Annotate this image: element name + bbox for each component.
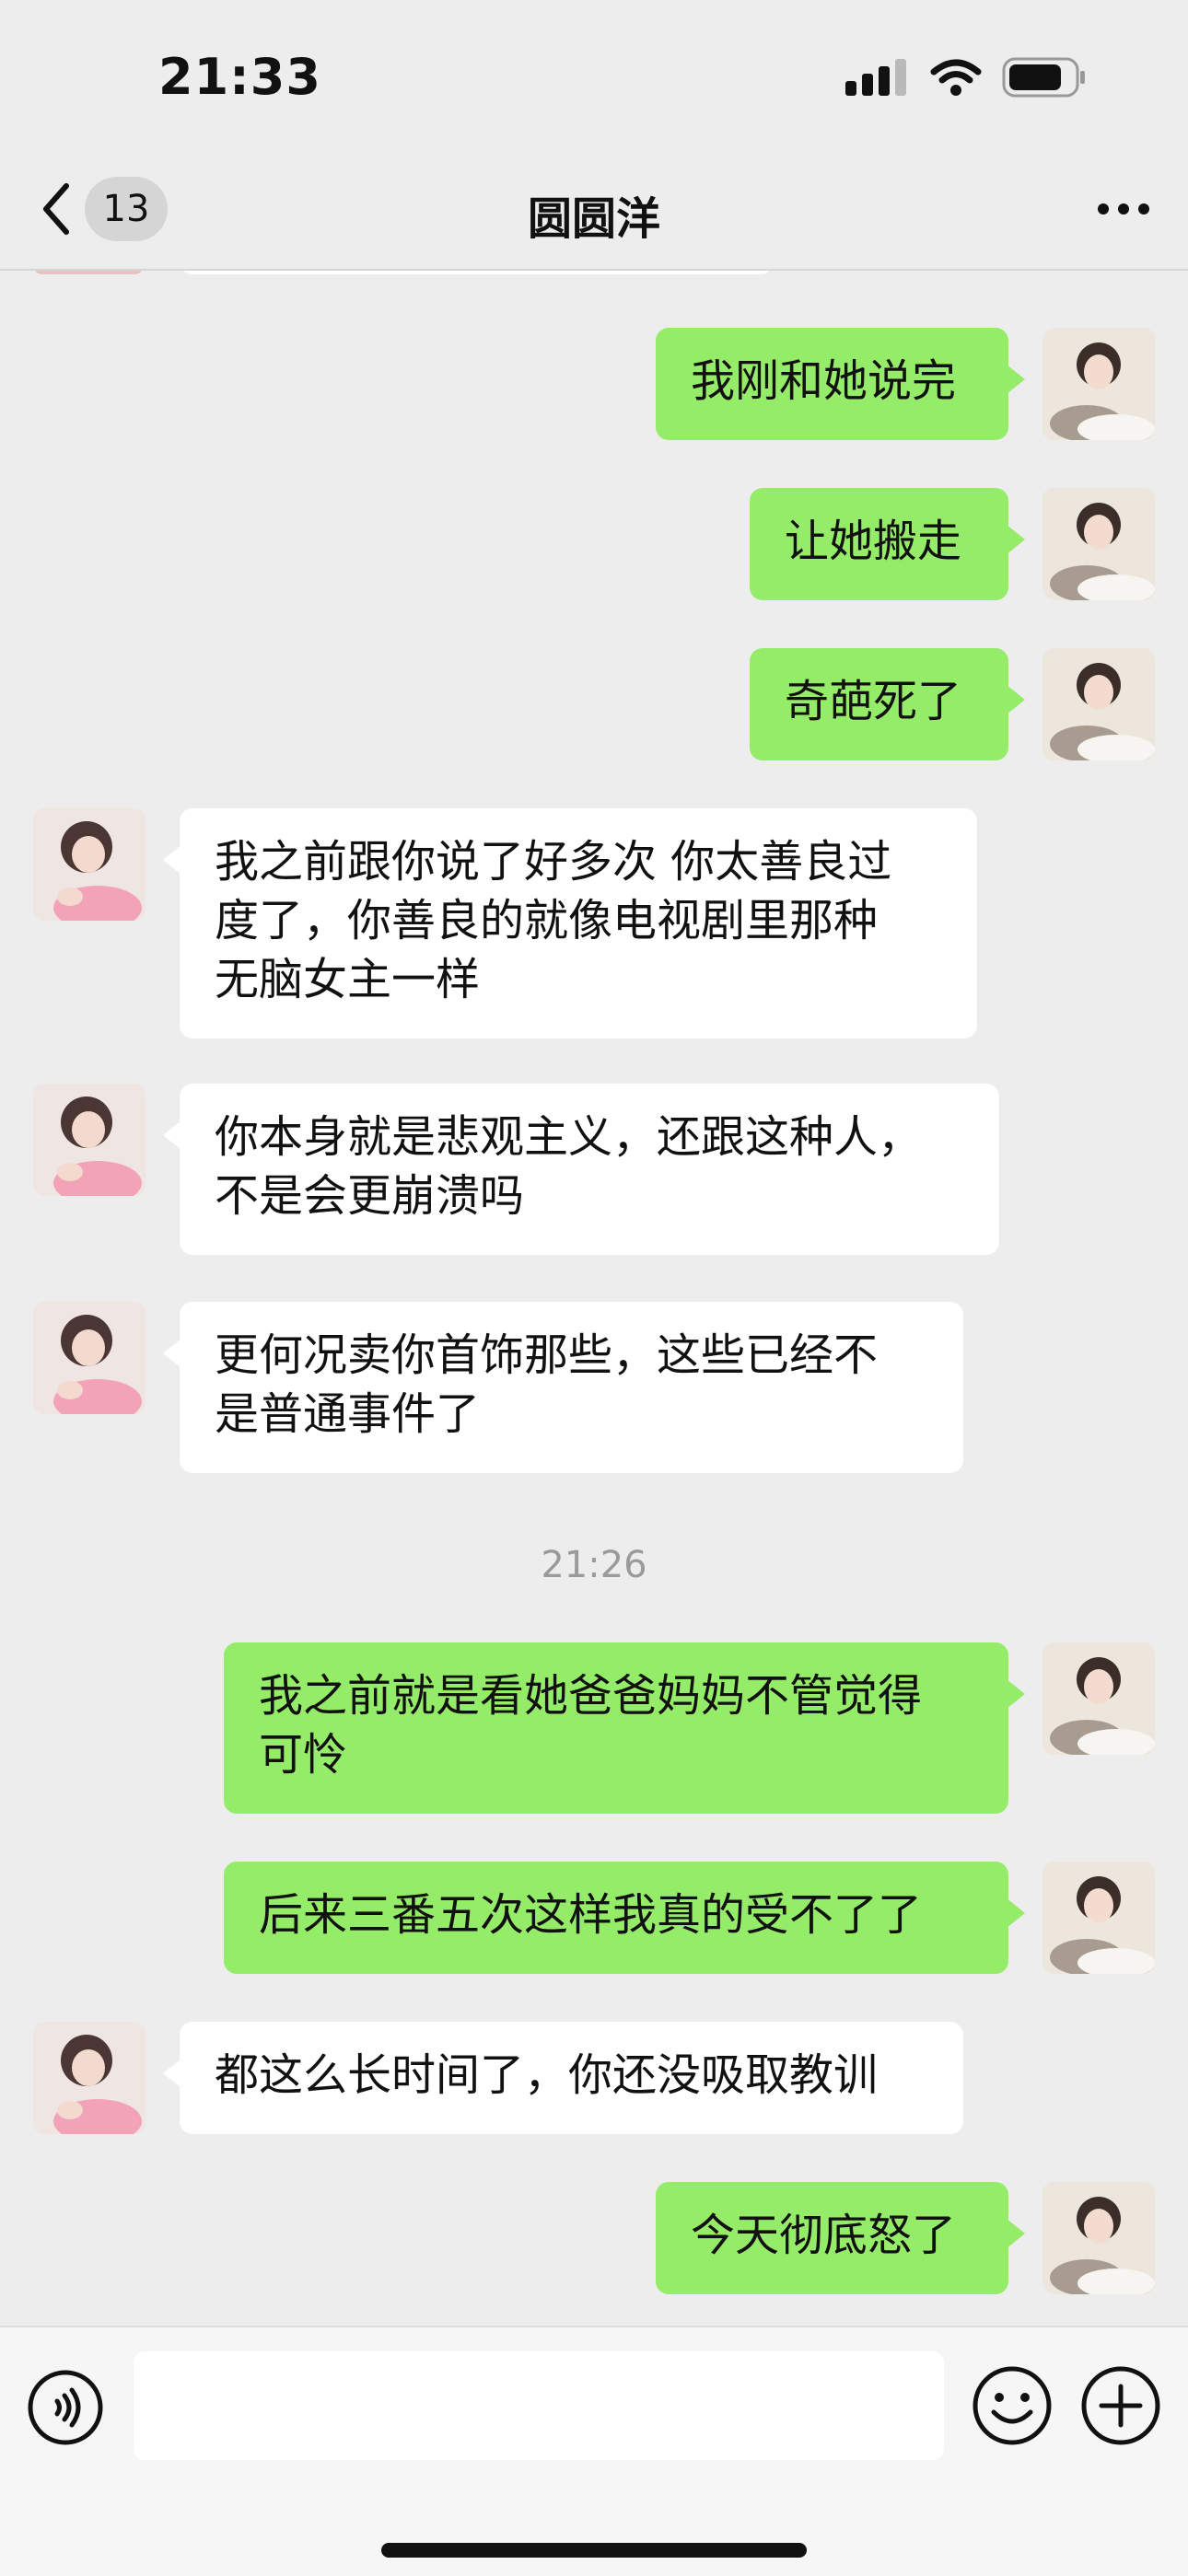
message-bubble[interactable]: 让她搬走: [750, 488, 1025, 600]
input-bar: [0, 2326, 1188, 2576]
more-icon: [1098, 203, 1149, 215]
message-bubble[interactable]: 我刚和她说完: [656, 328, 1025, 440]
message-bubble[interactable]: [180, 271, 774, 274]
message-bubble[interactable]: 你本身就是悲观主义，还跟这种人， 不是会更崩溃吗: [163, 1084, 999, 1255]
contact-avatar[interactable]: [33, 1302, 146, 1414]
contact-avatar[interactable]: [33, 1084, 146, 1196]
voice-icon: [28, 2370, 103, 2445]
voice-button[interactable]: [26, 2368, 105, 2451]
message-list[interactable]: 我刚和她说完 让她搬走 奇葩死了 我之前跟你说了好多次 你太善良过 度了，你善良…: [0, 271, 1188, 2324]
status-icons: [845, 57, 1087, 98]
message-bubble[interactable]: 奇葩死了: [750, 648, 1025, 760]
plus-icon: [1081, 2366, 1160, 2445]
my-avatar[interactable]: [1042, 328, 1155, 440]
message-timestamp: 21:26: [541, 1544, 647, 1586]
message-bubble[interactable]: 更何况卖你首饰那些，这些已经不 是普通事件了: [163, 1302, 963, 1473]
emoji-button[interactable]: [971, 2364, 1054, 2451]
my-avatar[interactable]: [1042, 2182, 1155, 2294]
message-bubble[interactable]: 今天彻底怒了: [656, 2182, 1025, 2294]
chat-header: 13 圆圆洋: [0, 157, 1188, 271]
message-bubble[interactable]: 我之前跟你说了好多次 你太善良过 度了，你善良的就像电视剧里那种 无脑女主一样: [163, 808, 977, 1039]
contact-avatar[interactable]: [33, 2022, 146, 2134]
wifi-icon: [930, 59, 982, 96]
signal-icon: [845, 59, 906, 96]
home-indicator: [381, 2543, 807, 2558]
avatar[interactable]: [33, 271, 144, 274]
my-avatar[interactable]: [1042, 648, 1155, 760]
my-avatar[interactable]: [1042, 1862, 1155, 1974]
status-bar: 21:33: [0, 0, 1188, 157]
chat-title: 圆圆洋: [527, 193, 660, 245]
my-avatar[interactable]: [1042, 488, 1155, 600]
message-input[interactable]: [134, 2351, 944, 2460]
add-button[interactable]: [1079, 2364, 1162, 2451]
message-bubble[interactable]: 后来三番五次这样我真的受不了了: [224, 1862, 1025, 1974]
battery-icon: [1002, 57, 1085, 98]
my-avatar[interactable]: [1042, 1642, 1155, 1755]
emoji-icon: [973, 2366, 1052, 2445]
message-bubble[interactable]: 我之前就是看她爸爸妈妈不管觉得 可怜: [224, 1642, 1025, 1814]
more-button[interactable]: [1096, 195, 1151, 226]
message-bubble[interactable]: 都这么长时间了，你还没吸取教训: [163, 2022, 963, 2134]
status-time: 21:33: [158, 48, 321, 106]
contact-avatar[interactable]: [33, 808, 146, 921]
